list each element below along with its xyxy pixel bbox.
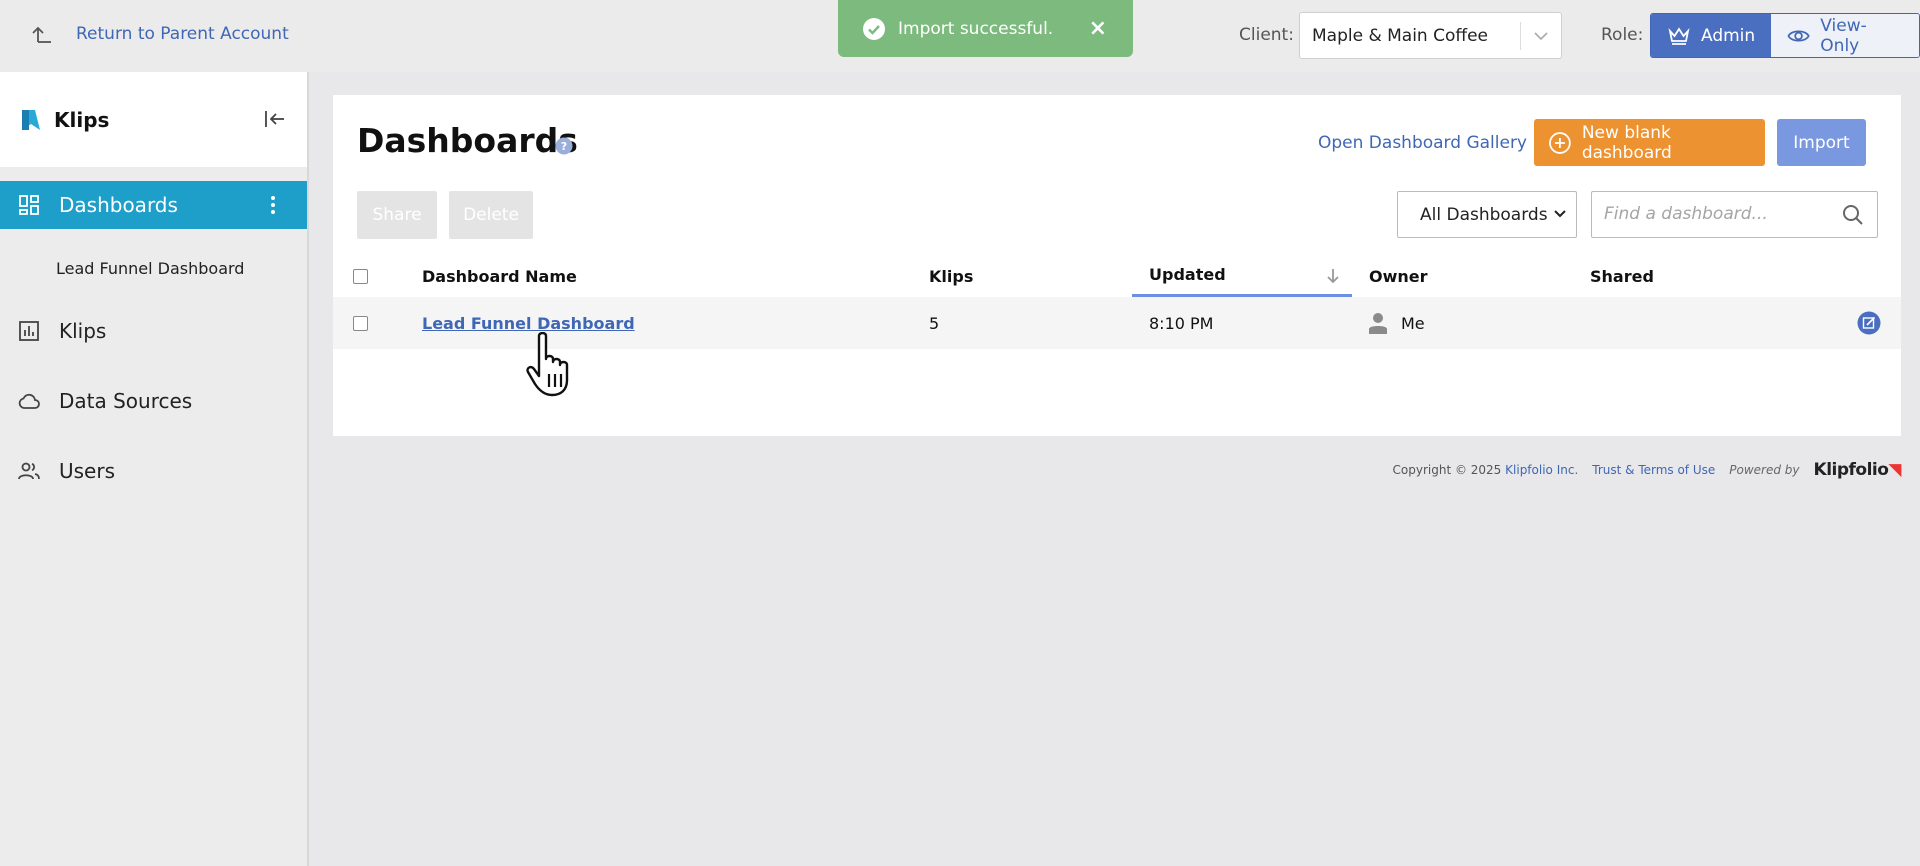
company-link[interactable]: Klipfolio Inc.: [1505, 463, 1578, 477]
sidebar: Klips Dashboards Lead Funnel Dashboard K…: [0, 72, 309, 866]
client-label: Client:: [1239, 25, 1294, 45]
sidebar-item-label: Klips: [59, 319, 107, 343]
terms-link[interactable]: Trust & Terms of Use: [1592, 463, 1715, 477]
help-icon[interactable]: ?: [555, 137, 573, 155]
footer-copyright: Copyright © 2025 Klipfolio Inc.: [1393, 463, 1579, 477]
check-circle-icon: [863, 17, 885, 40]
row-edit-cell: [1857, 297, 1881, 349]
open-dashboard-gallery-link[interactable]: Open Dashboard Gallery: [1318, 133, 1527, 153]
row-checkbox[interactable]: [353, 315, 368, 331]
role-view-only-button[interactable]: View-Only: [1771, 14, 1919, 57]
column-header-updated[interactable]: Updated: [1132, 255, 1352, 297]
row-klips-count: 5: [929, 313, 940, 333]
dashboard-name-link[interactable]: Lead Funnel Dashboard: [422, 314, 635, 333]
sidebar-subitem-lead-funnel[interactable]: Lead Funnel Dashboard: [0, 229, 307, 307]
page-title: Dashboards: [357, 121, 578, 160]
new-button-label: New blank dashboard: [1581, 122, 1672, 163]
footer: Copyright © 2025 Klipfolio Inc. Trust & …: [1393, 460, 1902, 480]
eye-icon: [1787, 29, 1810, 42]
column-header-name[interactable]: Dashboard Name: [422, 255, 577, 297]
kebab-menu-icon[interactable]: [261, 193, 285, 217]
brandmark-text: Klipfolio: [1813, 460, 1889, 480]
import-success-toast: Import successful. ×: [838, 0, 1133, 57]
role-toggle: Admin View-Only: [1650, 13, 1920, 58]
role-admin-button[interactable]: Admin: [1651, 14, 1772, 57]
sidebar-item-users[interactable]: Users: [0, 447, 307, 495]
return-to-parent-link[interactable]: Return to Parent Account: [30, 22, 289, 46]
sidebar-item-klips[interactable]: Klips: [0, 307, 307, 355]
client-select[interactable]: Maple & Main Coffee: [1299, 12, 1562, 59]
svg-text:?: ?: [561, 140, 567, 153]
chevron-down-icon[interactable]: [1521, 26, 1561, 46]
sort-descending-icon[interactable]: [1326, 268, 1340, 284]
sidebar-item-label: Dashboards: [59, 193, 178, 217]
column-header-updated-label: Updated: [1149, 265, 1226, 284]
row-owner-cell: Me: [1369, 297, 1425, 349]
column-header-shared[interactable]: Shared: [1590, 255, 1654, 297]
select-all-cell: [353, 255, 368, 297]
brand-name: Klips: [54, 107, 110, 132]
klips-logo-icon: [22, 109, 40, 130]
share-button[interactable]: Share: [357, 191, 437, 239]
powered-by-text: Powered by: [1729, 463, 1800, 477]
collapse-sidebar-icon[interactable]: [263, 107, 287, 131]
row-updated-time: 8:10 PM: [1149, 313, 1214, 333]
table-header: Dashboard Name Klips Updated Owner Share…: [333, 255, 1901, 297]
sidebar-brand: Klips: [0, 72, 307, 167]
sidebar-item-dashboards[interactable]: Dashboards: [0, 181, 307, 229]
bar-chart-icon: [19, 321, 39, 341]
hand-pointer-cursor-icon: [526, 332, 569, 397]
search-input[interactable]: [1592, 192, 1822, 236]
copyright-text: Copyright © 2025: [1392, 463, 1502, 477]
crown-icon: [1668, 26, 1690, 45]
users-icon: [18, 462, 40, 480]
plus-circle-icon: [1549, 131, 1571, 154]
client-select-value: Maple & Main Coffee: [1312, 25, 1489, 46]
delete-button[interactable]: Delete: [449, 191, 533, 239]
role-label: Role:: [1601, 25, 1644, 45]
search-icon[interactable]: [1841, 203, 1865, 227]
filter-select-value: All Dashboards: [1420, 204, 1548, 225]
person-icon: [1369, 313, 1387, 334]
role-admin-label: Admin: [1701, 25, 1756, 46]
toast-close-icon[interactable]: ×: [1089, 16, 1107, 41]
return-arrow-icon: [32, 26, 51, 43]
dashboard-grid-icon: [19, 195, 39, 215]
column-header-owner[interactable]: Owner: [1369, 255, 1428, 297]
sidebar-item-data-sources[interactable]: Data Sources: [0, 377, 307, 425]
toast-message: Import successful.: [898, 18, 1054, 39]
select-all-checkbox[interactable]: [353, 268, 368, 284]
dashboard-search: [1591, 191, 1878, 238]
sidebar-item-label: Data Sources: [59, 389, 193, 413]
import-button[interactable]: Import: [1777, 119, 1866, 166]
top-bar: Return to Parent Account Import successf…: [0, 0, 1920, 72]
row-checkbox-cell: [353, 297, 368, 349]
sidebar-item-label: Users: [59, 459, 116, 483]
column-header-klips[interactable]: Klips: [929, 255, 973, 297]
new-blank-dashboard-button[interactable]: New blank dashboard: [1534, 119, 1765, 166]
dashboard-filter-select[interactable]: All Dashboards: [1397, 191, 1577, 238]
return-link-label[interactable]: Return to Parent Account: [76, 24, 289, 44]
chevron-down-icon: [1554, 210, 1566, 218]
role-view-only-label: View-Only: [1820, 15, 1867, 56]
klipfolio-brandmark: Klipfolio◥: [1813, 460, 1902, 480]
edit-icon[interactable]: [1857, 311, 1881, 335]
row-owner: Me: [1401, 313, 1425, 333]
cloud-icon: [18, 393, 40, 409]
